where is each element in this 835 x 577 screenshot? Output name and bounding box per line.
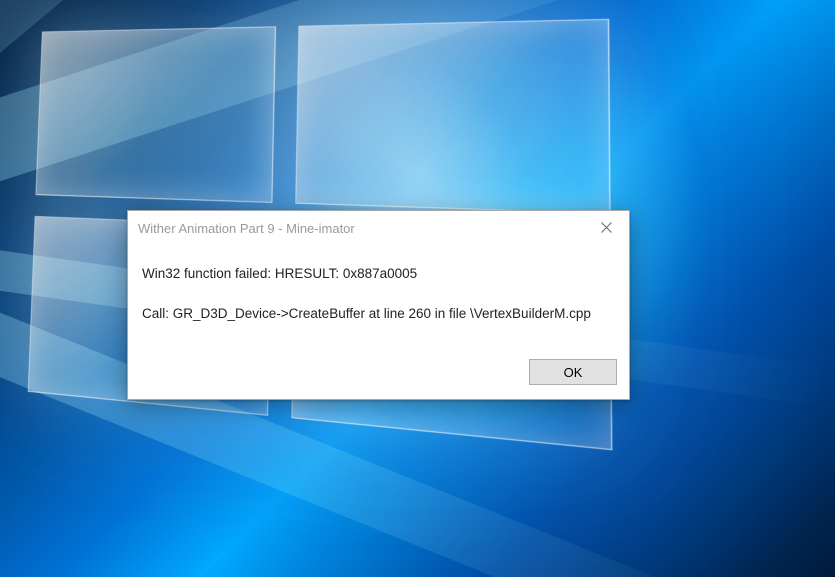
ok-button[interactable]: OK <box>529 359 617 385</box>
error-message-line2: Call: GR_D3D_Device->CreateBuffer at lin… <box>142 305 615 323</box>
error-dialog: Wither Animation Part 9 - Mine-imator Wi… <box>127 210 630 400</box>
close-icon <box>601 221 612 236</box>
dialog-title: Wither Animation Part 9 - Mine-imator <box>138 221 583 236</box>
dialog-button-bar: OK <box>128 339 629 399</box>
dialog-titlebar[interactable]: Wither Animation Part 9 - Mine-imator <box>128 211 629 245</box>
error-message-line1: Win32 function failed: HRESULT: 0x887a00… <box>142 265 615 283</box>
close-button[interactable] <box>583 211 629 245</box>
dialog-content: Win32 function failed: HRESULT: 0x887a00… <box>128 245 629 339</box>
